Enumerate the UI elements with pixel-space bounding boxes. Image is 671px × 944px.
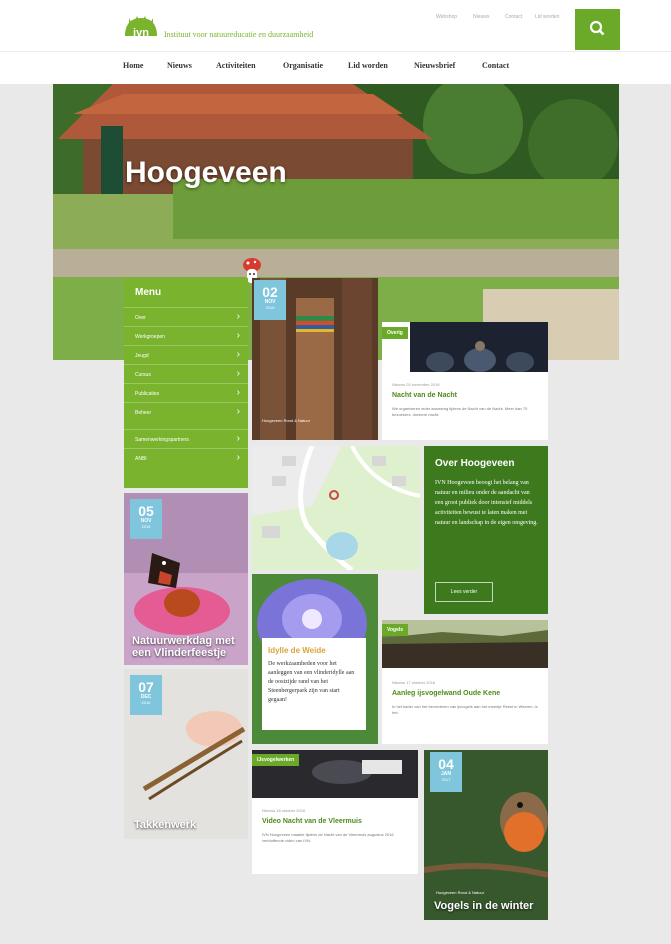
- date-badge: 04 JAN 2017: [430, 752, 462, 792]
- about-card: Over Hoogeveen IVN Hoogeveen beoogt het …: [424, 446, 548, 614]
- util-link-nieuws[interactable]: Nieuws: [473, 14, 489, 20]
- category-tag: Vogels: [382, 624, 409, 636]
- menu-item-label: Samenwerkingspartners: [135, 437, 189, 443]
- chevron-right-icon: ›: [236, 349, 240, 360]
- date-year: 2017: [441, 777, 451, 782]
- news-card-nacht[interactable]: Overig Nieuws 03 november 2016 Nacht van…: [382, 322, 548, 440]
- util-link-lid-worden[interactable]: Lid worden: [535, 14, 559, 20]
- chevron-right-icon: ›: [236, 387, 240, 398]
- nav-lid-worden[interactable]: Lid worden: [348, 61, 388, 70]
- date-day: 04: [438, 756, 454, 772]
- about-text: IVN Hoogeveen beoogt het belang van natu…: [435, 480, 538, 526]
- news-title: Nacht van de Nacht: [392, 392, 457, 399]
- date-badge: 02 NOV 2016: [254, 280, 286, 320]
- news-title: Video Nacht van de Vleermuis: [262, 818, 362, 825]
- feature-title: Idylle de Weide: [268, 646, 326, 655]
- date-day: 07: [138, 679, 154, 695]
- event-tile-natuurwerkdag[interactable]: 05 NOV 2016 Natuurwerkdag met een Vlinde…: [124, 493, 248, 665]
- chevron-right-icon: ›: [236, 311, 240, 322]
- chevron-right-icon: ›: [236, 368, 240, 379]
- date-badge: 07 DEC 2016: [130, 675, 162, 715]
- location-meta: Hoogeveen Rond & Natuur: [262, 418, 311, 423]
- menu-item-jeugd[interactable]: Jeugd ›: [124, 345, 248, 364]
- site-header: ivn Instituut voor natuureducatie en duu…: [0, 0, 671, 84]
- menu-item-label: Cursus: [135, 372, 151, 378]
- about-title: Over Hoogeveen: [435, 458, 515, 469]
- nav-nieuwsbrief[interactable]: Nieuwsbrief: [414, 61, 455, 70]
- chevron-right-icon: ›: [236, 330, 240, 341]
- ivn-logo[interactable]: ivn: [123, 14, 159, 44]
- menu-item-label: Jeugd: [135, 353, 149, 359]
- nav-activiteiten[interactable]: Activiteiten: [216, 61, 256, 70]
- event-caption: Vogels in de winter: [434, 900, 534, 912]
- menu-item-label: Publicaties: [135, 391, 160, 397]
- search-icon: [589, 20, 605, 36]
- news-date: Nieuws 18 oktober 2016: [262, 808, 306, 813]
- event-tile-poles[interactable]: 02 NOV 2016 Hoogeveen Rond & Natuur: [252, 278, 378, 440]
- date-year: 2016: [141, 524, 151, 529]
- map-tile[interactable]: [252, 446, 420, 570]
- news-date: Nieuws 17 oktober 2016: [392, 680, 436, 685]
- news-excerpt: IVN Hoogeveen maakte tijdens de Nacht va…: [262, 832, 394, 843]
- night-photo: [410, 322, 548, 372]
- map-view: [252, 446, 420, 570]
- svg-text:ivn: ivn: [133, 27, 149, 39]
- date-badge: 05 NOV 2016: [130, 499, 162, 539]
- event-caption: Takkenwerk: [134, 819, 197, 831]
- nav-contact[interactable]: Contact: [482, 61, 509, 70]
- news-title: Aanleg ijsvogelwand Oude Kene: [392, 690, 501, 697]
- util-link-webshop[interactable]: Webshop: [436, 14, 457, 20]
- nav-organisatie[interactable]: Organisatie: [283, 61, 323, 70]
- chevron-right-icon: ›: [236, 452, 240, 463]
- side-menu: Menu Over › Werkgroepen › Jeugd › Cursus › P…: [124, 278, 248, 488]
- menu-item-label: Werkgroepen: [135, 334, 165, 340]
- date-day: 05: [138, 503, 154, 519]
- category-tag: IJsvogelwerken: [252, 754, 300, 766]
- feature-text: De werkzaamheden voor het aanleggen van …: [268, 661, 355, 703]
- menu-item-label: Beheer: [135, 410, 152, 416]
- event-caption: Natuurwerkdag met een Vlinderfeestje: [132, 635, 235, 659]
- location-meta: Hoogeveen Rond & Natuur: [436, 890, 485, 895]
- news-card-vleermuis[interactable]: IJsvogelwerken Nieuws 18 oktober 2016 Vi…: [252, 750, 418, 874]
- menu-title: Menu: [135, 287, 162, 298]
- category-tag: Overig: [382, 327, 408, 339]
- date-day: 02: [262, 284, 278, 300]
- chevron-right-icon: ›: [236, 433, 240, 444]
- feature-tile-idylle[interactable]: Idylle de Weide De werkzaamheden voor he…: [252, 574, 378, 744]
- date-year: 2016: [265, 305, 275, 310]
- menu-item-beheer[interactable]: Beheer ›: [124, 402, 248, 421]
- util-link-contact[interactable]: Contact: [505, 14, 522, 20]
- chevron-right-icon: ›: [236, 406, 240, 417]
- news-excerpt: In het kader van het bevorderen van ijsv…: [392, 704, 538, 715]
- menu-item-anbi[interactable]: ANBI ›: [124, 448, 248, 467]
- search-button[interactable]: [575, 9, 620, 50]
- hero-title: Hoogeveen: [125, 156, 287, 189]
- news-excerpt: We organiseren ieder aanwezig tijdens de…: [392, 406, 528, 417]
- menu-item-publicaties[interactable]: Publicaties ›: [124, 383, 248, 402]
- header-divider: [0, 51, 671, 52]
- news-date: Nieuws 03 november 2016: [392, 382, 440, 387]
- nav-nieuws[interactable]: Nieuws: [167, 61, 192, 70]
- menu-item-label: ANBI: [135, 456, 147, 462]
- menu-item-werkgroepen[interactable]: Werkgroepen ›: [124, 326, 248, 345]
- read-more-button[interactable]: Lees verder: [435, 582, 493, 602]
- brand-tagline: Instituut voor natuureducatie en duurzaa…: [164, 30, 314, 39]
- feature-card: Idylle de Weide De werkzaamheden voor he…: [262, 638, 366, 730]
- event-tile-takkenwerk[interactable]: 07 DEC 2016 Takkenwerk: [124, 669, 248, 839]
- menu-item-samenwerkingspartners[interactable]: Samenwerkingspartners ›: [124, 429, 248, 448]
- event-tile-vogels[interactable]: 04 JAN 2017 Hoogeveen Rond & Natuur Voge…: [424, 750, 548, 920]
- nav-home[interactable]: Home: [123, 61, 143, 70]
- menu-item-over[interactable]: Over ›: [124, 307, 248, 326]
- menu-item-label: Over: [135, 315, 146, 321]
- news-card-ijsvogelwand[interactable]: Vogels Nieuws 17 oktober 2016 Aanleg ijs…: [382, 620, 548, 744]
- menu-item-cursus[interactable]: Cursus ›: [124, 364, 248, 383]
- date-year: 2016: [141, 700, 151, 705]
